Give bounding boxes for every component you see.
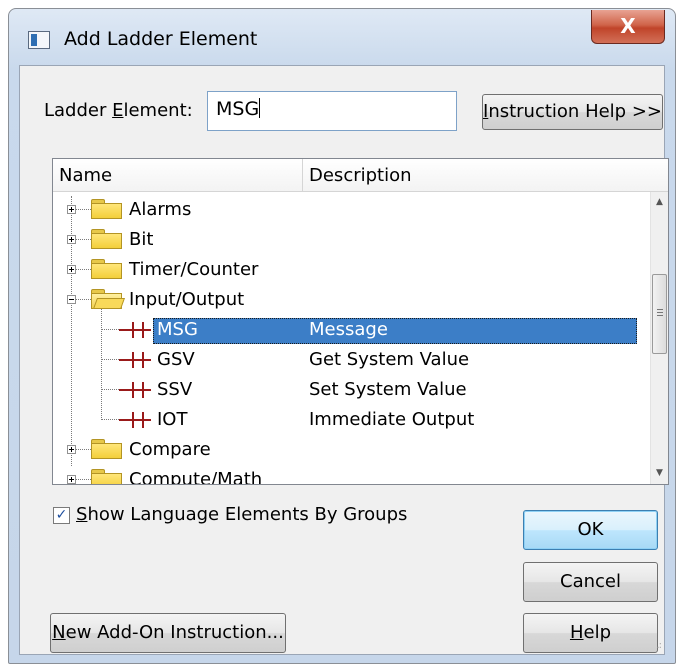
show-groups-label[interactable]: Show Language Elements By Groups xyxy=(76,504,407,525)
ladder-element-label: Ladder Element: xyxy=(44,100,193,121)
open-folder-icon xyxy=(91,289,126,309)
tree-row-label: Compare xyxy=(129,439,211,460)
ok-button[interactable]: OK xyxy=(523,510,658,550)
help-button[interactable]: Help xyxy=(523,613,658,653)
instruction-help-button[interactable]: Instruction Help >> xyxy=(482,94,663,130)
folder-icon xyxy=(91,439,123,459)
expand-icon[interactable] xyxy=(67,445,76,454)
instruction-description: Set System Value xyxy=(309,379,467,400)
scroll-up-arrow-icon[interactable]: ▲ xyxy=(651,194,668,211)
scroll-down-arrow-icon[interactable]: ▼ xyxy=(651,465,668,482)
close-button[interactable]: X xyxy=(591,10,665,44)
tree-row-compute-math[interactable]: Compute/Math xyxy=(53,466,643,485)
ladder-instruction-icon xyxy=(119,411,155,429)
folder-icon xyxy=(91,229,123,249)
scrollbar-thumb[interactable] xyxy=(652,274,667,354)
tree-row-msg[interactable]: MSG Message xyxy=(53,316,643,346)
dialog-title: Add Ladder Element xyxy=(64,28,258,50)
show-groups-checkbox[interactable]: ✓ xyxy=(53,507,70,524)
instruction-description: Immediate Output xyxy=(309,409,475,430)
instruction-name: IOT xyxy=(157,409,188,430)
window-app-icon xyxy=(28,31,50,49)
column-header-description[interactable]: Description xyxy=(303,159,668,191)
vertical-scrollbar[interactable]: ▲ ▼ xyxy=(650,192,668,484)
expand-icon[interactable] xyxy=(67,235,76,244)
tree-row-label: Timer/Counter xyxy=(129,259,259,280)
tree-row-label: Input/Output xyxy=(129,289,245,310)
instruction-tree-list[interactable]: Name Description Alarms Bit Timer/Counte… xyxy=(52,158,669,485)
tree-row-label: Alarms xyxy=(129,199,192,220)
ladder-instruction-icon xyxy=(119,351,155,369)
title-bar[interactable]: Add Ladder Element X xyxy=(9,9,675,65)
tree-row-iot[interactable]: IOT Immediate Output xyxy=(53,406,643,436)
ladder-element-input[interactable]: MSG xyxy=(207,91,457,131)
tree-row-ssv[interactable]: SSV Set System Value xyxy=(53,376,643,406)
tree-row-input-output[interactable]: Input/Output xyxy=(53,286,643,316)
folder-icon xyxy=(91,259,123,279)
expand-icon[interactable] xyxy=(67,205,76,214)
new-add-on-instruction-button[interactable]: New Add-On Instruction... xyxy=(50,613,286,653)
instruction-name: GSV xyxy=(157,349,195,370)
tree-row-label: Compute/Math xyxy=(129,469,263,485)
folder-icon xyxy=(91,469,123,484)
expand-icon[interactable] xyxy=(67,265,76,274)
instruction-description: Get System Value xyxy=(309,349,470,370)
ladder-instruction-icon xyxy=(119,321,155,339)
add-ladder-element-dialog: Add Ladder Element X Ladder Element: MSG… xyxy=(8,8,676,664)
instruction-name: MSG xyxy=(157,319,198,340)
column-header-name[interactable]: Name xyxy=(53,159,303,191)
tree-row-bit[interactable]: Bit xyxy=(53,226,643,256)
tree-row-compare[interactable]: Compare xyxy=(53,436,643,466)
tree-row-gsv[interactable]: GSV Get System Value xyxy=(53,346,643,376)
tree-row-label: Bit xyxy=(129,229,154,250)
list-header: Name Description xyxy=(53,159,668,192)
instruction-description: Message xyxy=(309,319,388,340)
expand-icon[interactable] xyxy=(67,475,76,484)
tree-row-alarms[interactable]: Alarms xyxy=(53,196,643,226)
selection-highlight xyxy=(153,318,637,344)
cancel-button[interactable]: Cancel xyxy=(523,562,658,602)
resize-grip-icon[interactable]: .: xyxy=(656,640,661,651)
tree-row-timer-counter[interactable]: Timer/Counter xyxy=(53,256,643,286)
folder-icon xyxy=(91,199,123,219)
dialog-client-area: Ladder Element: MSG Instruction Help >> … xyxy=(19,65,669,655)
ladder-instruction-icon xyxy=(119,381,155,399)
instruction-name: SSV xyxy=(157,379,193,400)
collapse-icon[interactable] xyxy=(67,295,76,304)
